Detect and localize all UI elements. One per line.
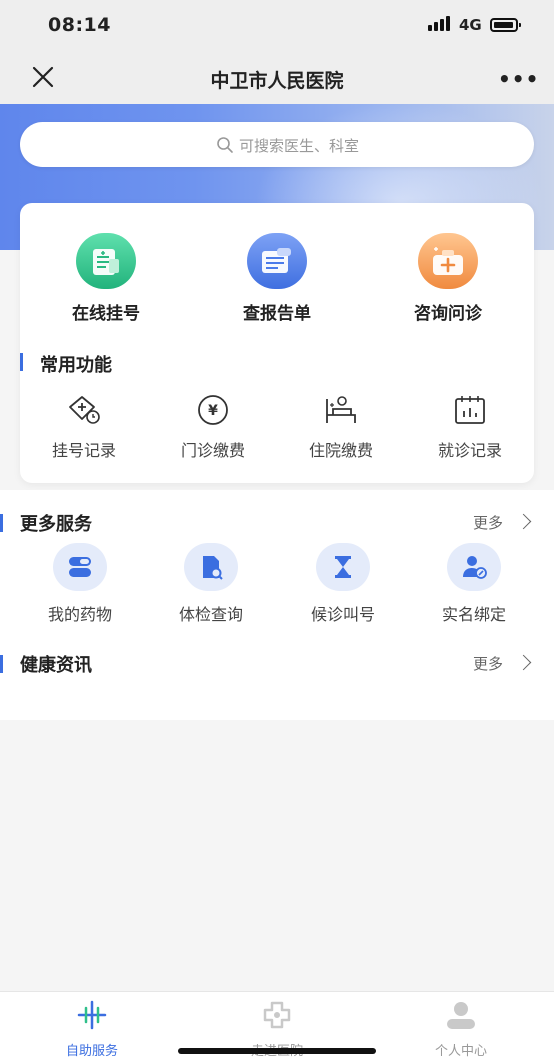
register-icon [76, 233, 136, 289]
online-register-button[interactable]: 在线挂号 [41, 233, 171, 324]
tab-self-service-label: 自助服务 [65, 1044, 118, 1059]
more-menu-icon[interactable]: ••• [498, 67, 539, 91]
home-indicator [178, 1048, 376, 1054]
hospital-bed-icon [326, 396, 356, 423]
queue-call-button[interactable]: 候诊叫号 [288, 543, 398, 625]
inpatient-payment-button[interactable]: 住院缴费 [286, 393, 396, 461]
signal-icon [428, 16, 450, 31]
consult-icon [418, 233, 478, 289]
consultation-label: 咨询问诊 [414, 304, 482, 324]
search-icon [217, 137, 233, 153]
health-news-more-link[interactable]: 更多 [473, 653, 503, 674]
user-icon [447, 1002, 475, 1029]
search-input[interactable]: 可搜索医生、科室 [20, 122, 534, 167]
calendar-icon [455, 396, 485, 424]
outpatient-payment-label: 门诊缴费 [180, 441, 245, 460]
register-record-button[interactable]: 挂号记录 [29, 393, 139, 461]
report-icon [247, 233, 307, 289]
main-services-card: 在线挂号 查报告单 咨询问诊 常用功能 挂号记录 ¥ 门诊缴费 住院缴费 就诊记… [20, 203, 534, 483]
tab-self-service[interactable]: 自助服务 [32, 1000, 152, 1059]
health-news-title: 健康资讯 [20, 655, 92, 676]
check-report-button[interactable]: 查报告单 [212, 233, 342, 324]
my-medicine-label: 我的药物 [47, 605, 112, 624]
page-title: 中卫市人民医院 [210, 70, 344, 92]
queue-call-label: 候诊叫号 [310, 605, 375, 624]
outpatient-payment-button[interactable]: ¥ 门诊缴费 [158, 393, 268, 461]
more-services-title: 更多服务 [20, 514, 92, 535]
register-record-label: 挂号记录 [51, 441, 116, 460]
self-service-icon [77, 1000, 107, 1030]
svg-text:¥: ¥ [208, 403, 218, 419]
visit-record-button[interactable]: 就诊记录 [415, 393, 525, 461]
status-bar: 08:14 4G [0, 0, 554, 52]
document-search-icon [184, 543, 238, 591]
real-name-binding-button[interactable]: 实名绑定 [419, 543, 529, 625]
network-type: 4G [459, 16, 482, 34]
checkup-query-label: 体检查询 [178, 605, 243, 624]
check-report-label: 查报告单 [243, 304, 311, 324]
more-services-more-link[interactable]: 更多 [473, 512, 503, 533]
common-functions-title: 常用功能 [40, 355, 112, 376]
real-name-binding-label: 实名绑定 [441, 605, 506, 624]
visit-record-label: 就诊记录 [437, 441, 502, 460]
hospital-cross-icon [263, 1001, 291, 1029]
hourglass-icon [316, 543, 370, 591]
status-time: 08:14 [48, 14, 111, 36]
user-link-icon [447, 543, 501, 591]
online-register-label: 在线挂号 [72, 304, 140, 324]
pill-icon [53, 543, 107, 591]
consultation-button[interactable]: 咨询问诊 [383, 233, 513, 324]
my-medicine-button[interactable]: 我的药物 [25, 543, 135, 625]
checkup-query-button[interactable]: 体检查询 [156, 543, 266, 625]
yuan-icon: ¥ [198, 395, 228, 425]
battery-icon [490, 18, 521, 32]
register-record-icon [69, 396, 100, 424]
nav-bar: 中卫市人民医院 ••• [0, 52, 554, 104]
tab-personal-center-label: 个人中心 [434, 1044, 487, 1059]
tab-personal-center[interactable]: 个人中心 [401, 1000, 521, 1059]
inpatient-payment-label: 住院缴费 [308, 441, 373, 460]
search-placeholder: 可搜索医生、科室 [239, 137, 360, 155]
